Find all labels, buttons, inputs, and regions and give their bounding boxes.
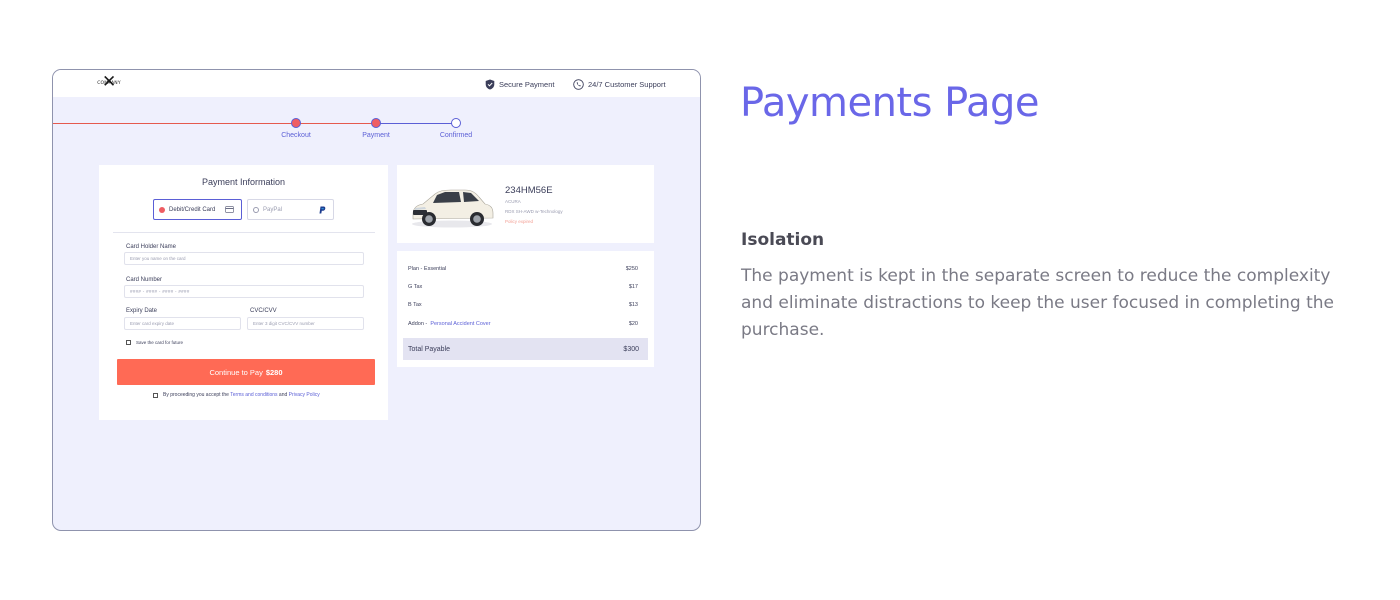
expiry-date-input[interactable]: Enter card expiry date [124,317,241,330]
total-payable-row: Total Payable $300 [403,338,648,360]
pay-button-amount: $280 [265,367,283,377]
top-bar: ✕ COMPANY Secure Payment 24/7 Customer S… [53,70,700,97]
total-payable-label: Total Payable [408,345,451,353]
credit-card-icon [225,206,234,213]
radio-selected-icon [159,206,165,213]
secure-payment-indicator: Secure Payment [485,77,554,91]
payment-information-card: Payment Information Debit/Credit Card Pa… [99,165,388,420]
car-image [412,189,494,228]
summary-row-label: Plan - Essential [408,266,447,272]
summary-row: Addon - Personal Accident Cover $20 [408,321,638,327]
summary-row-label-group: Addon - Personal Accident Cover [408,321,491,327]
company-logo[interactable]: ✕ COMPANY [96,74,122,94]
stepper-remaining-line [376,122,457,124]
method-debit-credit-card[interactable]: Debit/Credit Card [153,199,242,220]
save-card-label: Save the card for future [136,340,184,345]
payment-information-title: Payment Information [201,177,286,187]
cvc-label: CVC/CVV [250,308,277,314]
summary-row-amount: $17 [628,284,638,290]
terms-and: and [278,392,288,398]
method-card-label: Debit/Credit Card [169,206,216,213]
summary-row: B Tax $13 [408,302,638,308]
terms-prefix: By proceeding you accept the [163,392,229,398]
step-confirmed-label: Confirmed [439,132,473,139]
paypal-icon [319,206,326,214]
step-checkout-label[interactable]: Checkout [281,132,311,139]
summary-row-label: B Tax [408,302,422,308]
order-summary-card: Plan - Essential $250 G Tax $17 B Tax $1… [397,251,654,367]
summary-row-amount: $20 [628,321,638,327]
secure-payment-label: Secure Payment [499,79,555,89]
progress-stepper: Checkout Payment Confirmed [53,116,700,146]
card-holder-input[interactable]: Enter you name on the card [124,252,364,265]
continue-to-pay-button[interactable]: Continue to Pay $280 [117,359,375,385]
terms-link[interactable]: Terms and conditions [230,392,277,398]
card-number-label: Card Number [126,277,163,283]
logo-text: COMPANY [97,81,121,86]
stepper-progress-line [53,122,376,124]
total-payable-amount: $300 [623,345,639,353]
vehicle-plate: 234HM56E [505,185,553,196]
terms-checkbox[interactable] [153,392,158,398]
summary-row-label: G Tax [408,284,423,290]
step-checkout-dot [291,118,301,128]
vehicle-make: ACURA [505,199,521,204]
summary-row-amount: $250 [625,266,638,272]
summary-row: Plan - Essential $250 [408,266,638,272]
checkbox-icon [126,340,131,345]
summary-row-label: Addon - [408,321,429,327]
addon-link[interactable]: Personal Accident Cover [430,321,490,327]
radio-unselected-icon [253,206,259,213]
save-card-checkbox[interactable]: Save the card for future [126,340,183,345]
step-payment-dot [371,118,381,128]
shield-icon [485,79,495,89]
customer-support-label: 24/7 Customer Support [588,79,666,89]
method-paypal-label: PayPal [263,206,283,213]
pay-button-label: Continue to Pay [209,367,263,377]
privacy-policy-link[interactable]: Privacy Policy [289,392,320,398]
summary-row: G Tax $17 [408,284,638,290]
expiry-date-label: Expiry Date [126,308,158,314]
section-subheading: Isolation [741,230,825,250]
policy-status: Policy expired [505,219,534,224]
card-holder-label: Card Holder Name [126,244,177,250]
payment-divider [113,232,375,233]
vehicle-model: RDX SH-AWD w-Technology [505,209,563,214]
device-frame: ✕ COMPANY Secure Payment 24/7 Customer S… [52,69,701,531]
phone-icon [573,78,584,90]
customer-support-link[interactable]: 24/7 Customer Support [573,77,666,91]
summary-row-amount: $13 [628,302,638,308]
card-number-input[interactable]: #### - #### - #### - #### [124,285,364,298]
method-paypal[interactable]: PayPal [247,199,334,220]
step-payment-label[interactable]: Payment [362,132,390,139]
section-body: The payment is kept in the separate scre… [741,266,1334,340]
cvc-input[interactable]: Enter 3 digit CVC/CVV number [247,317,364,330]
vehicle-card: 234HM56E ACURA RDX SH-AWD w-Technology P… [397,165,654,243]
terms-consent: By proceeding you accept the Terms and c… [153,392,320,398]
step-confirmed-dot [451,118,461,128]
page-heading: Payments Page [740,80,1040,126]
